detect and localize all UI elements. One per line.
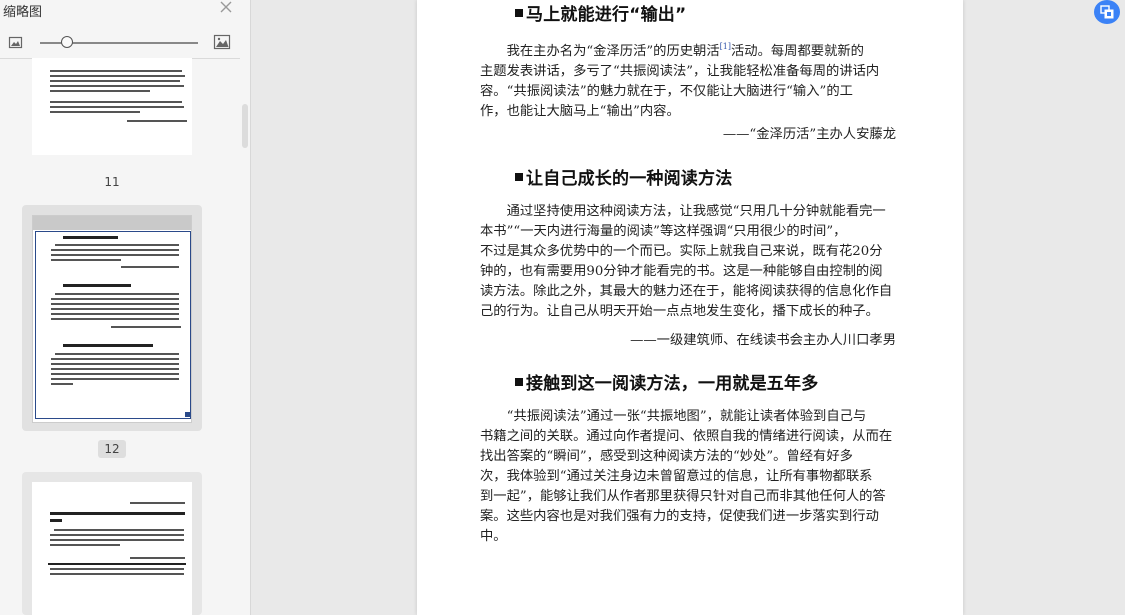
thumbnail-page-13[interactable] — [22, 472, 202, 615]
close-icon[interactable] — [218, 0, 234, 16]
paragraph: “共振阅读法”通过一张“共振地图”，就能让读者体验到自己与 书籍之间的关联。通过… — [480, 409, 893, 544]
thumbnail-image — [32, 215, 192, 423]
image-large-icon[interactable] — [213, 34, 231, 50]
paragraph: 通过坚持使用这种阅读方法，让我感觉“只用几十分钟就能看完一 本书”“一天内进行海… — [480, 204, 893, 319]
sidebar-scrollbar[interactable] — [242, 104, 248, 148]
sidebar-header: 缩略图 — [0, 0, 250, 22]
sidebar-title: 缩略图 — [3, 5, 43, 20]
image-small-icon[interactable] — [8, 35, 24, 49]
section-heading: 马上就能进行“输出” — [515, 0, 686, 25]
heading-bullet — [515, 173, 523, 181]
signature: ——一级建筑师、在线读书会主办人川口孝男 — [630, 333, 896, 348]
translate-icon[interactable] — [1094, 0, 1120, 24]
signature: ——“金泽历活”主办人安藤龙 — [722, 127, 896, 142]
thumbnail-image — [32, 482, 192, 615]
document-viewer[interactable]: 马上就能进行“输出” 我在主办名为“金泽历活”的历史朝活[1]活动。每周都要就新… — [251, 0, 1125, 615]
thumbnail-page-number: 12 — [98, 440, 126, 458]
document-page: 马上就能进行“输出” 我在主办名为“金泽历活”的历史朝活[1]活动。每周都要就新… — [417, 0, 963, 615]
thumbnail-sidebar: 缩略图 11 12 — [0, 0, 251, 615]
zoom-slider-knob[interactable] — [60, 36, 73, 48]
thumbnail-page-number: 11 — [104, 175, 120, 189]
thumbnail-zoom-control — [0, 32, 251, 56]
heading-bullet — [515, 9, 523, 17]
thumbnail-image — [32, 58, 192, 155]
footnote-link[interactable]: [1] — [720, 42, 731, 51]
heading-bullet — [515, 378, 523, 386]
section-heading: 让自己成长的一种阅读方法 — [515, 164, 732, 189]
thumbnail-page-12[interactable] — [22, 205, 202, 431]
paragraph: 我在主办名为“金泽历活”的历史朝活[1]活动。每周都要就新的 主题发表讲话，多亏… — [480, 42, 880, 119]
thumbnail-page-11[interactable] — [22, 58, 202, 164]
section-heading: 接触到这一阅读方法，一用就是五年多 — [515, 369, 818, 394]
